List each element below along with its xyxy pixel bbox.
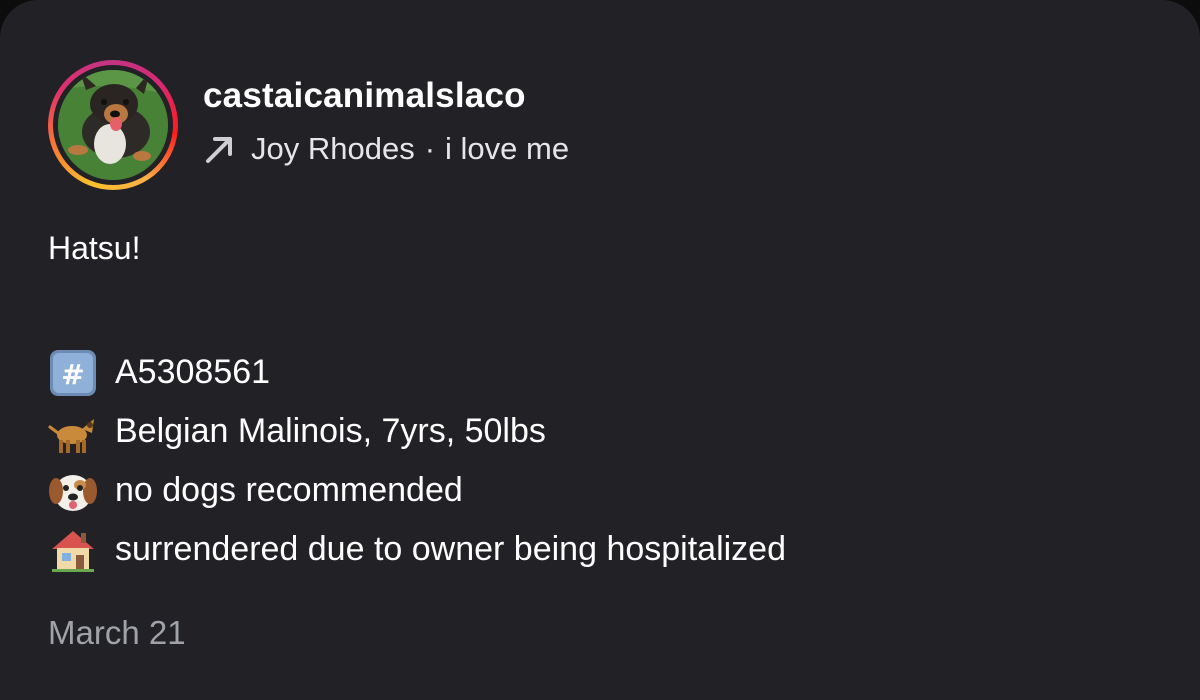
- list-item: surrendered due to owner being hospitali…: [48, 520, 786, 579]
- avatar[interactable]: [58, 70, 168, 180]
- list-item: Belgian Malinois, 7yrs, 50lbs: [48, 402, 786, 461]
- breed-age-weight: Belgian Malinois, 7yrs, 50lbs: [115, 412, 546, 450]
- dogs-compatibility: no dogs recommended: [115, 471, 463, 509]
- post-title: Hatsu!: [48, 230, 141, 266]
- post-card: castaicanimalslaco Joy Rhodes · i love m…: [0, 0, 1200, 700]
- username[interactable]: castaicanimalslaco: [203, 76, 526, 116]
- house-icon: [52, 530, 94, 572]
- svg-text:#: #: [61, 358, 84, 391]
- post-facts: # A5308561 Belgian Malinois, 7yrs, 50lbs: [48, 343, 786, 579]
- list-item: # A5308561: [48, 343, 786, 402]
- repost-arrow-icon: [206, 137, 232, 163]
- separator-dot: ·: [424, 131, 436, 166]
- hash-keycap-icon: #: [50, 349, 96, 396]
- dog-icon: [48, 418, 94, 453]
- surrender-reason: surrendered due to owner being hospitali…: [115, 530, 787, 568]
- animal-id: A5308561: [115, 353, 271, 391]
- reposter-name[interactable]: Joy Rhodes: [251, 131, 415, 167]
- list-item: no dogs recommended: [48, 461, 786, 520]
- post-date[interactable]: March 21: [48, 614, 186, 652]
- repost-attribution[interactable]: Joy Rhodes · i love me: [203, 131, 569, 167]
- dog-face-icon: [49, 474, 97, 511]
- avatar-story-ring[interactable]: [48, 60, 178, 190]
- repost-note: i love me: [445, 131, 570, 166]
